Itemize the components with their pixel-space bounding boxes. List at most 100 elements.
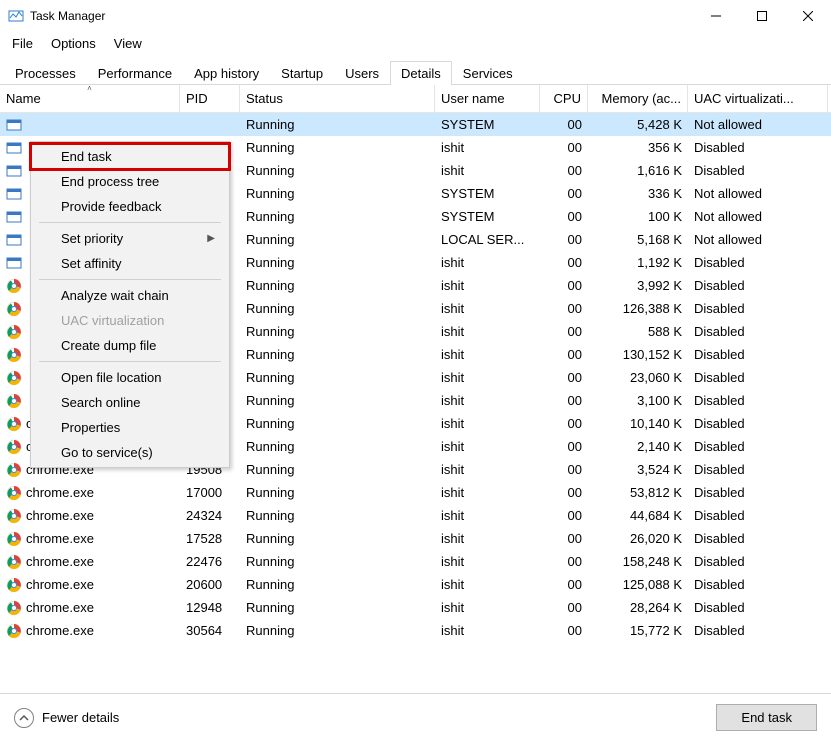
- tab-users[interactable]: Users: [334, 61, 390, 85]
- chrome-icon: [6, 324, 22, 340]
- column-header-user[interactable]: User name: [435, 85, 540, 112]
- ctx-label: Create dump file: [61, 338, 156, 353]
- cell-uac: Not allowed: [688, 228, 828, 251]
- cell-status: Running: [240, 527, 435, 550]
- tab-details[interactable]: Details: [390, 61, 452, 85]
- cell-mem: 158,248 K: [588, 550, 688, 573]
- ctx-set-affinity[interactable]: Set affinity: [31, 251, 229, 276]
- cell-name: chrome.exe: [0, 596, 180, 619]
- tab-performance[interactable]: Performance: [87, 61, 183, 85]
- cell-mem: 100 K: [588, 205, 688, 228]
- tab-processes[interactable]: Processes: [4, 61, 87, 85]
- cell-status: Running: [240, 389, 435, 412]
- table-row[interactable]: chrome.exe20600Runningishit00125,088 KDi…: [0, 573, 831, 596]
- cell-status: Running: [240, 274, 435, 297]
- maximize-button[interactable]: [739, 0, 785, 31]
- cell-user: ishit: [435, 481, 540, 504]
- cell-cpu: 00: [540, 251, 588, 274]
- cell-user: SYSTEM: [435, 182, 540, 205]
- column-header-row: Name˄PIDStatusUser nameCPUMemory (ac...U…: [0, 85, 831, 113]
- ctx-end-process-tree[interactable]: End process tree: [31, 169, 229, 194]
- cell-mem: 26,020 K: [588, 527, 688, 550]
- cell-status: Running: [240, 412, 435, 435]
- ctx-analyze-wait-chain[interactable]: Analyze wait chain: [31, 283, 229, 308]
- cell-status: Running: [240, 182, 435, 205]
- ctx-set-priority[interactable]: Set priority▶: [31, 226, 229, 251]
- column-header-status[interactable]: Status: [240, 85, 435, 112]
- ctx-properties[interactable]: Properties: [31, 415, 229, 440]
- cell-cpu: 00: [540, 412, 588, 435]
- chrome-icon: [6, 485, 22, 501]
- cell-user: ishit: [435, 596, 540, 619]
- cell-mem: 5,168 K: [588, 228, 688, 251]
- cell-status: Running: [240, 435, 435, 458]
- cell-user: ishit: [435, 412, 540, 435]
- title-bar: Task Manager: [0, 0, 831, 32]
- cell-mem: 44,684 K: [588, 504, 688, 527]
- table-row[interactable]: chrome.exe22476Runningishit00158,248 KDi…: [0, 550, 831, 573]
- cell-cpu: 00: [540, 389, 588, 412]
- cell-uac: Disabled: [688, 251, 828, 274]
- ctx-open-file-location[interactable]: Open file location: [31, 365, 229, 390]
- cell-cpu: 00: [540, 297, 588, 320]
- menu-file[interactable]: File: [4, 34, 41, 53]
- table-row[interactable]: chrome.exe17000Runningishit0053,812 KDis…: [0, 481, 831, 504]
- cell-uac: Disabled: [688, 504, 828, 527]
- cell-uac: Disabled: [688, 481, 828, 504]
- cell-mem: 15,772 K: [588, 619, 688, 642]
- app-icon: [6, 232, 22, 248]
- cell-status: Running: [240, 550, 435, 573]
- table-row[interactable]: RunningSYSTEM005,428 KNot allowed: [0, 113, 831, 136]
- table-row[interactable]: chrome.exe12948Runningishit0028,264 KDis…: [0, 596, 831, 619]
- cell-mem: 1,192 K: [588, 251, 688, 274]
- cell-user: ishit: [435, 320, 540, 343]
- column-header-cpu[interactable]: CPU: [540, 85, 588, 112]
- menu-view[interactable]: View: [106, 34, 150, 53]
- chrome-icon: [6, 439, 22, 455]
- cell-name: chrome.exe: [0, 573, 180, 596]
- column-header-name[interactable]: Name˄: [0, 85, 180, 112]
- tab-services[interactable]: Services: [452, 61, 524, 85]
- tab-app-history[interactable]: App history: [183, 61, 270, 85]
- cell-pid: 17000: [180, 481, 240, 504]
- column-header-uac[interactable]: UAC virtualizati...: [688, 85, 828, 112]
- close-button[interactable]: [785, 0, 831, 31]
- cell-cpu: 00: [540, 458, 588, 481]
- ctx-label: End task: [61, 149, 112, 164]
- ctx-search-online[interactable]: Search online: [31, 390, 229, 415]
- table-row[interactable]: chrome.exe24324Runningishit0044,684 KDis…: [0, 504, 831, 527]
- chrome-icon: [6, 370, 22, 386]
- ctx-go-to-service-s-[interactable]: Go to service(s): [31, 440, 229, 465]
- cell-mem: 2,140 K: [588, 435, 688, 458]
- menu-options[interactable]: Options: [43, 34, 104, 53]
- cell-cpu: 00: [540, 274, 588, 297]
- table-row[interactable]: chrome.exe30564Runningishit0015,772 KDis…: [0, 619, 831, 642]
- fewer-details-button[interactable]: Fewer details: [14, 708, 119, 728]
- ctx-provide-feedback[interactable]: Provide feedback: [31, 194, 229, 219]
- minimize-button[interactable]: [693, 0, 739, 31]
- status-bar: Fewer details End task: [0, 693, 831, 741]
- ctx-create-dump-file[interactable]: Create dump file: [31, 333, 229, 358]
- cell-uac: Disabled: [688, 159, 828, 182]
- cell-mem: 3,100 K: [588, 389, 688, 412]
- cell-mem: 23,060 K: [588, 366, 688, 389]
- ctx-end-task[interactable]: End task: [31, 144, 229, 169]
- cell-mem: 28,264 K: [588, 596, 688, 619]
- cell-cpu: 00: [540, 550, 588, 573]
- cell-uac: Not allowed: [688, 182, 828, 205]
- cell-mem: 125,088 K: [588, 573, 688, 596]
- cell-user: LOCAL SER...: [435, 228, 540, 251]
- cell-pid: 30564: [180, 619, 240, 642]
- table-row[interactable]: chrome.exe17528Runningishit0026,020 KDis…: [0, 527, 831, 550]
- chrome-icon: [6, 554, 22, 570]
- cell-mem: 126,388 K: [588, 297, 688, 320]
- cell-user: ishit: [435, 251, 540, 274]
- cell-name: chrome.exe: [0, 481, 180, 504]
- ctx-label: Set affinity: [61, 256, 121, 271]
- end-task-button[interactable]: End task: [716, 704, 817, 731]
- column-header-pid[interactable]: PID: [180, 85, 240, 112]
- cell-mem: 3,992 K: [588, 274, 688, 297]
- column-header-mem[interactable]: Memory (ac...: [588, 85, 688, 112]
- tab-startup[interactable]: Startup: [270, 61, 334, 85]
- process-name-label: chrome.exe: [26, 531, 94, 546]
